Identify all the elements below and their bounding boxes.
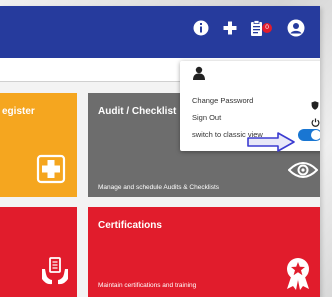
hands-box-icon <box>40 255 70 287</box>
top-nav-bar: 0 <box>0 6 320 58</box>
shield-icon <box>311 97 319 110</box>
power-icon <box>311 114 320 127</box>
certifications-tile-description: Maintain certifications and training <box>98 282 197 289</box>
plus-icon[interactable] <box>222 20 238 36</box>
clipboard-icon[interactable]: 0 <box>250 20 272 38</box>
certifications-tile[interactable]: Certifications Maintain certifications a… <box>88 207 320 297</box>
audit-tile-description: Manage and schedule Audits & Checklists <box>98 184 220 191</box>
sign-out-item[interactable]: Sign Out <box>192 113 221 122</box>
register-tile-title: egister <box>2 106 35 117</box>
annotation-arrow-icon <box>246 132 296 152</box>
red-module-tile[interactable] <box>0 207 77 297</box>
register-tile[interactable]: egister <box>0 93 77 197</box>
notification-badge: 0 <box>262 23 272 33</box>
change-password-item[interactable]: Change Password <box>192 96 253 105</box>
user-avatar-icon <box>192 66 206 80</box>
info-icon[interactable] <box>193 20 209 36</box>
user-circle-icon[interactable] <box>287 19 305 37</box>
medical-cross-icon <box>36 154 66 184</box>
classic-view-toggle[interactable] <box>298 129 320 141</box>
toggle-knob <box>311 130 320 140</box>
certifications-tile-title: Certifications <box>98 220 162 231</box>
audit-tile-title: Audit / Checklist <box>98 106 177 117</box>
award-badge-icon <box>284 257 312 291</box>
app-window: 0 egister Audit / Checklist Manage and s… <box>0 6 320 297</box>
eye-icon <box>287 160 319 180</box>
